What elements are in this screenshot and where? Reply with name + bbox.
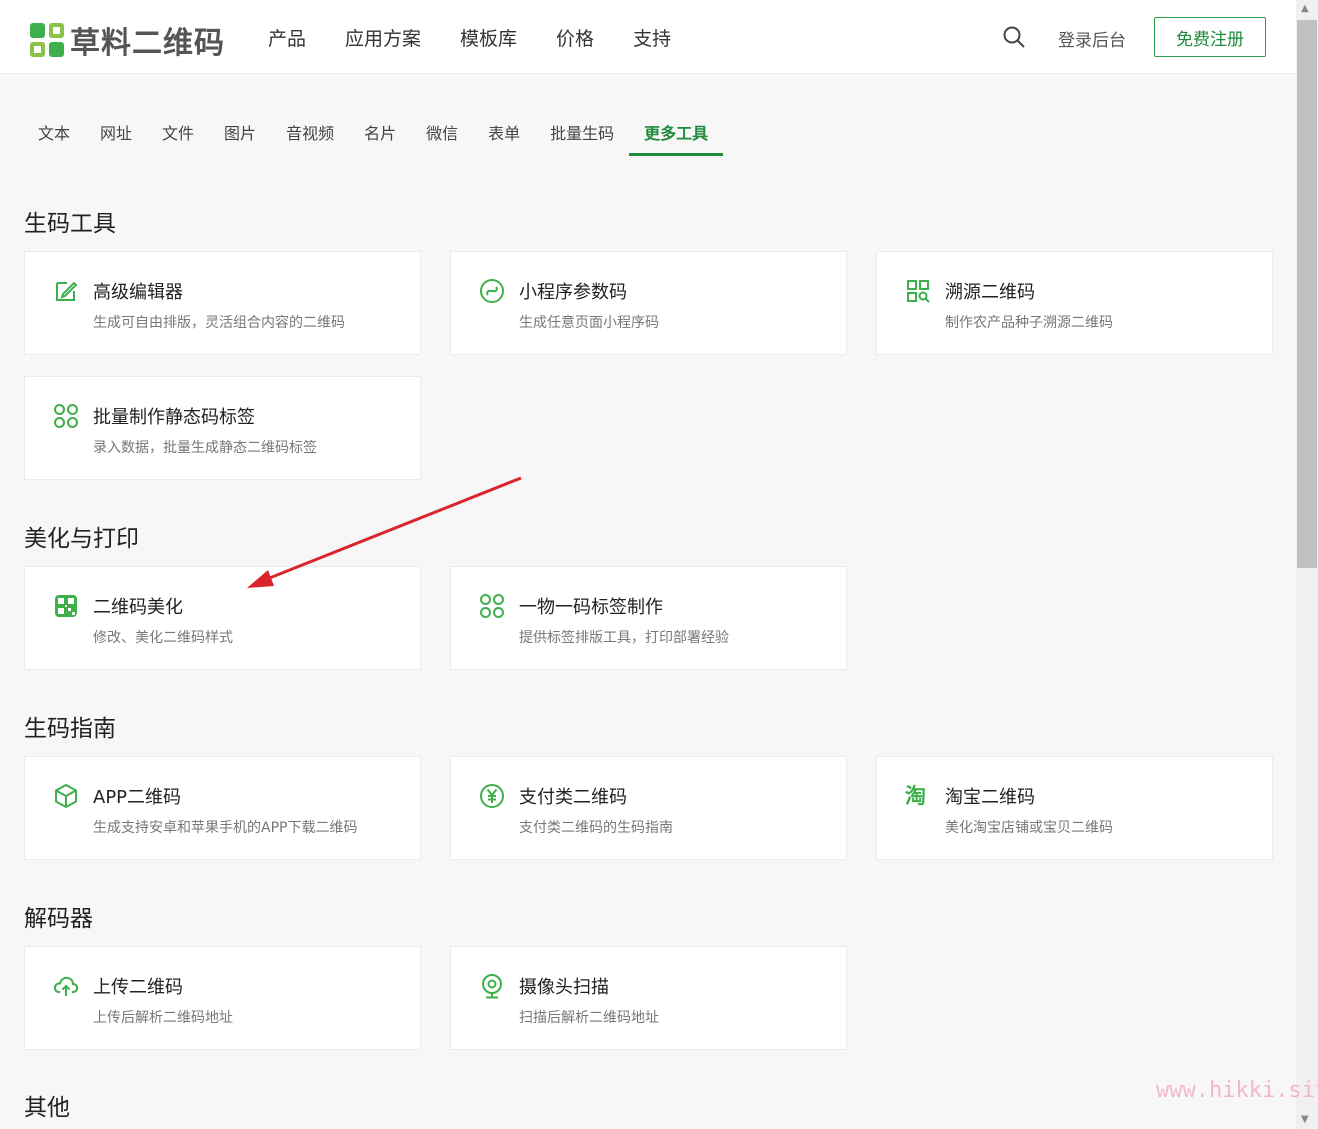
- card-trace-qr[interactable]: 溯源二维码 制作农产品种子溯源二维码: [876, 251, 1273, 355]
- nav-item-pricing[interactable]: 价格: [556, 24, 594, 51]
- box-icon: [55, 783, 77, 809]
- scroll-up-icon[interactable]: ▲: [1301, 3, 1309, 14]
- section-title-other: 其他: [24, 1095, 70, 1121]
- card-desc: 制作农产品种子溯源二维码: [945, 315, 1113, 331]
- section-title-gen: 生码工具: [24, 211, 116, 237]
- card-app-qr[interactable]: APP二维码 生成支持安卓和苹果手机的APP下载二维码: [24, 756, 421, 860]
- tab-file[interactable]: 文件: [162, 120, 194, 156]
- card-mini-program[interactable]: 小程序参数码 生成任意页面小程序码: [450, 251, 847, 355]
- tab-audio-video[interactable]: 音视频: [286, 120, 334, 156]
- card-title: 一物一码标签制作: [519, 597, 663, 618]
- nav-item-solutions[interactable]: 应用方案: [345, 24, 421, 51]
- card-desc: 录入数据，批量生成静态二维码标签: [93, 440, 317, 456]
- tab-wechat[interactable]: 微信: [426, 120, 458, 156]
- logo-text: 草料二维码: [70, 26, 225, 61]
- tool-tabs: 文本 网址 文件 图片 音视频 名片 微信 表单 批量生码 更多工具: [38, 120, 738, 156]
- card-title: 上传二维码: [93, 977, 183, 998]
- section-title-guide: 生码指南: [24, 716, 116, 742]
- section-title-decoder: 解码器: [24, 906, 93, 932]
- mini-program-icon: [480, 279, 504, 303]
- search-icon[interactable]: [1002, 25, 1026, 49]
- card-advanced-editor[interactable]: 高级编辑器 生成可自由排版，灵活组合内容的二维码: [24, 251, 421, 355]
- card-title: 高级编辑器: [93, 282, 183, 303]
- register-button[interactable]: 免费注册: [1154, 17, 1266, 57]
- card-title: 摄像头扫描: [519, 977, 609, 998]
- card-desc: 扫描后解析二维码地址: [519, 1010, 659, 1026]
- tab-image[interactable]: 图片: [224, 120, 256, 156]
- card-batch-static-labels[interactable]: 批量制作静态码标签 录入数据，批量生成静态二维码标签: [24, 376, 421, 480]
- grid-clover-icon: [480, 594, 504, 618]
- card-taobao-qr[interactable]: 淘 淘宝二维码 美化淘宝店铺或宝贝二维码: [876, 756, 1273, 860]
- tab-business-card[interactable]: 名片: [364, 120, 396, 156]
- card-desc: 生成支持安卓和苹果手机的APP下载二维码: [93, 820, 358, 836]
- tab-text[interactable]: 文本: [38, 120, 70, 156]
- logo-icon: [30, 23, 64, 57]
- card-payment-qr[interactable]: 支付类二维码 支付类二维码的生码指南: [450, 756, 847, 860]
- card-title: APP二维码: [93, 787, 182, 808]
- scroll-thumb[interactable]: [1297, 20, 1317, 568]
- qr-trace-icon: [907, 280, 930, 303]
- card-title: 批量制作静态码标签: [93, 407, 255, 428]
- card-title: 淘宝二维码: [945, 787, 1035, 808]
- edit-icon: [56, 281, 78, 301]
- card-title: 小程序参数码: [519, 282, 627, 303]
- card-title: 溯源二维码: [945, 282, 1035, 303]
- nav-item-support[interactable]: 支持: [633, 24, 671, 51]
- yen-icon: [480, 784, 504, 808]
- card-camera-scan[interactable]: 摄像头扫描 扫描后解析二维码地址: [450, 946, 847, 1050]
- card-upload-qr[interactable]: 上传二维码 上传后解析二维码地址: [24, 946, 421, 1050]
- card-desc: 美化淘宝店铺或宝贝二维码: [945, 820, 1113, 836]
- scrollbar[interactable]: ▲ ▼: [1296, 0, 1318, 1129]
- section-title-beautify: 美化与打印: [24, 526, 139, 552]
- card-desc: 生成任意页面小程序码: [519, 315, 659, 331]
- cloud-upload-icon: [53, 976, 79, 996]
- site-header: 草料二维码 产品 应用方案 模板库 价格 支持 登录后台 免费注册: [0, 0, 1296, 74]
- tab-form[interactable]: 表单: [488, 120, 520, 156]
- card-desc: 上传后解析二维码地址: [93, 1010, 233, 1026]
- card-desc: 提供标签排版工具，打印部署经验: [519, 630, 729, 646]
- card-desc: 生成可自由排版，灵活组合内容的二维码: [93, 315, 345, 331]
- camera-icon: [482, 974, 502, 999]
- card-qr-beautify[interactable]: 二维码美化 修改、美化二维码样式: [24, 566, 421, 670]
- main-nav: 产品 应用方案 模板库 价格 支持: [268, 24, 710, 51]
- card-title: 支付类二维码: [519, 787, 627, 808]
- card-desc: 支付类二维码的生码指南: [519, 820, 673, 836]
- qr-beautify-icon: [55, 595, 77, 617]
- tab-batch[interactable]: 批量生码: [550, 120, 614, 156]
- card-title: 二维码美化: [93, 597, 183, 618]
- nav-item-product[interactable]: 产品: [268, 24, 306, 51]
- logo[interactable]: 草料二维码: [30, 18, 225, 62]
- scroll-down-icon[interactable]: ▼: [1301, 1114, 1309, 1125]
- taobao-icon: 淘: [905, 784, 926, 808]
- watermark: www.hikki.site: [1156, 1078, 1318, 1103]
- card-one-item-one-code[interactable]: 一物一码标签制作 提供标签排版工具，打印部署经验: [450, 566, 847, 670]
- nav-item-templates[interactable]: 模板库: [460, 24, 517, 51]
- grid-clover-icon: [54, 404, 78, 428]
- tab-more-tools[interactable]: 更多工具: [629, 120, 724, 156]
- tab-url[interactable]: 网址: [100, 120, 132, 156]
- card-desc: 修改、美化二维码样式: [93, 630, 233, 646]
- login-link[interactable]: 登录后台: [1058, 26, 1126, 51]
